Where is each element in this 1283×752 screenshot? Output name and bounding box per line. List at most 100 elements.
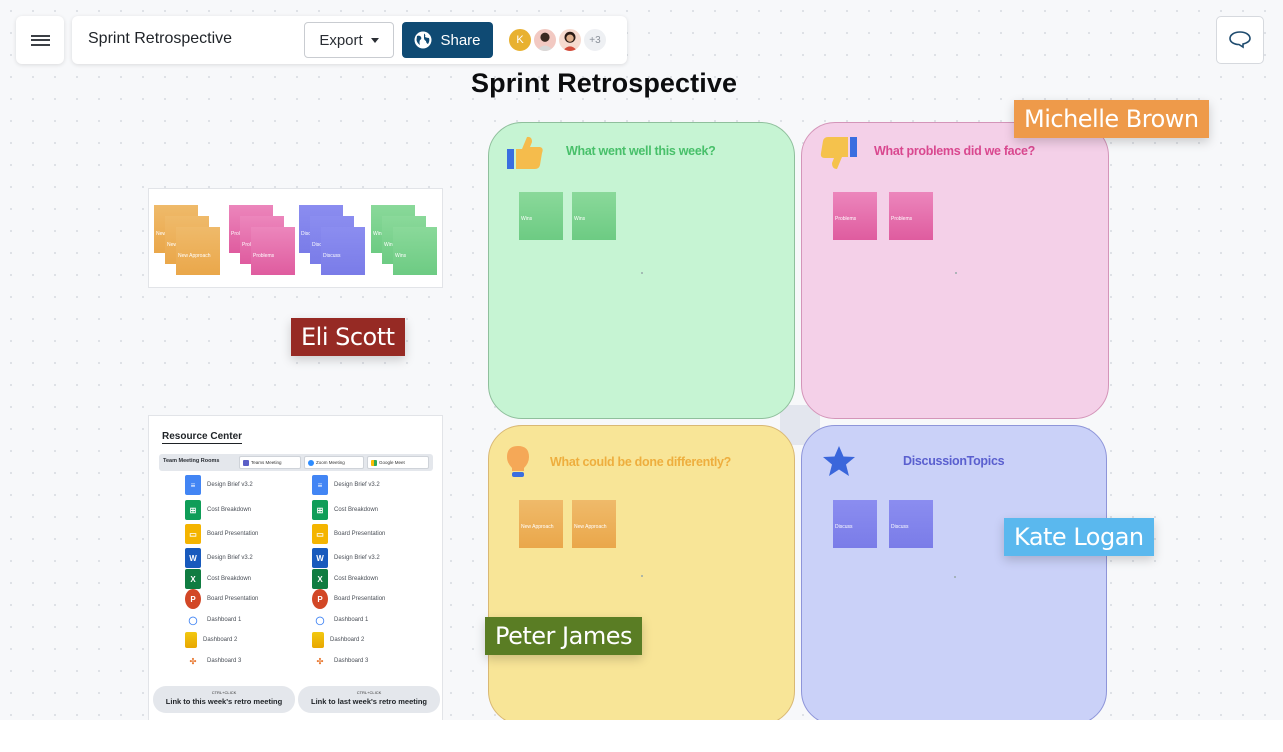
comments-button[interactable] — [1216, 16, 1264, 64]
file-link[interactable]: P Board Presentation — [185, 589, 258, 609]
anchor-dot — [955, 272, 957, 274]
sticky-note[interactable]: Wins — [393, 227, 437, 275]
file-link[interactable]: Dashboard 2 — [185, 631, 237, 649]
file-link[interactable]: ⊞ Cost Breakdown — [185, 500, 251, 520]
sticky-stack-orange[interactable]: New New New Approach — [154, 205, 222, 275]
sticky-note[interactable]: Problems — [889, 192, 933, 240]
lightbulb-icon — [507, 446, 529, 477]
file-link[interactable]: W Design Brief v3.2 — [312, 548, 380, 568]
avatar[interactable] — [532, 27, 558, 53]
sticky-note[interactable]: Wins — [519, 192, 563, 240]
share-button[interactable]: Share — [402, 22, 493, 58]
sticky-note[interactable]: New Approach — [519, 500, 563, 548]
main-menu-button[interactable] — [16, 16, 64, 64]
file-name: Board Presentation — [334, 531, 386, 537]
star-icon — [823, 446, 855, 476]
file-link[interactable]: ≡ Design Brief v3.2 — [185, 475, 253, 495]
more-collaborators-badge[interactable]: +3 — [582, 27, 608, 53]
file-link[interactable]: Dashboard 2 — [312, 631, 364, 649]
zoom-meeting-button[interactable]: Zoom Meeting — [304, 456, 364, 469]
looker-icon: ◯ — [188, 615, 198, 625]
sticky-note[interactable]: Problems — [251, 227, 295, 275]
this-week-retro-link[interactable]: CTRL+CLICK Link to this week's retro mee… — [153, 686, 295, 713]
file-name: Dashboard 3 — [334, 658, 369, 664]
sticky-note[interactable]: Discuss — [833, 500, 877, 548]
excel-icon: X — [312, 569, 328, 589]
file-link[interactable]: ◯ Dashboard 1 — [185, 611, 242, 629]
file-link[interactable]: X Cost Breakdown — [185, 569, 251, 589]
file-link[interactable]: ⊞ Cost Breakdown — [312, 500, 379, 520]
cursor-label: Kate Logan — [1004, 518, 1154, 556]
quadrant-discussion[interactable]: DiscussionTopics Discuss Discuss — [801, 425, 1107, 720]
file-name: Dashboard 1 — [207, 617, 242, 623]
sticky-note[interactable]: Problems — [833, 192, 877, 240]
file-link[interactable]: X Cost Breakdown — [312, 569, 379, 589]
sticky-note[interactable]: New Approach — [572, 500, 616, 548]
whiteboard-canvas[interactable]: Sprint Retrospective Export Share K +3 S… — [0, 0, 1283, 720]
chevron-down-icon — [370, 37, 379, 43]
quadrant-title: What could be done differently? — [550, 455, 731, 469]
sticky-stack-green[interactable]: Win Win Wins — [371, 205, 439, 275]
export-label: Export — [319, 31, 363, 49]
tableau-icon: ✣ — [316, 656, 324, 666]
quadrant-title: DiscussionTopics — [903, 454, 1005, 468]
cursor-label: Eli Scott — [291, 318, 405, 356]
file-link[interactable]: ≡ Design Brief v3.2 — [312, 475, 380, 495]
quadrant-went-well[interactable]: What went well this week? Wins Wins — [488, 122, 795, 419]
link-label: Link to last week's retro meeting — [311, 697, 427, 706]
anchor-dot — [954, 576, 956, 578]
cursor-label: Michelle Brown — [1014, 100, 1209, 138]
board-title: Sprint Retrospective — [471, 68, 738, 98]
file-name: Dashboard 1 — [334, 617, 369, 623]
anchor-dot — [641, 575, 643, 577]
file-link[interactable]: ▭ Board Presentation — [185, 524, 259, 544]
avatar[interactable] — [557, 27, 583, 53]
resource-center-title: Resource Center — [162, 431, 243, 444]
file-link[interactable]: P Board Presentation — [312, 589, 385, 609]
word-icon: W — [312, 548, 328, 568]
file-name: Dashboard 2 — [203, 637, 238, 643]
file-name: Cost Breakdown — [334, 507, 379, 513]
document-title[interactable]: Sprint Retrospective — [88, 30, 232, 48]
google-slides-icon: ▭ — [312, 524, 328, 544]
file-name: Design Brief v3.2 — [334, 482, 380, 488]
sticky-note[interactable]: Wins — [572, 192, 616, 240]
google-sheets-icon: ⊞ — [312, 500, 328, 520]
file-link[interactable]: ◯ Dashboard 1 — [312, 611, 369, 629]
sticky-stack-pink[interactable]: Prol Prol Problems — [229, 205, 297, 275]
quadrant-differently[interactable]: What could be done differently? New Appr… — [488, 425, 795, 720]
powerpoint-icon: P — [312, 589, 328, 609]
ctrl-click-hint: CTRL+CLICK — [211, 690, 237, 695]
room-label: Teams Meeting — [251, 460, 282, 465]
file-name: Board Presentation — [207, 531, 259, 537]
last-week-retro-link[interactable]: CTRL+CLICK Link to last week's retro mee… — [298, 686, 440, 713]
cursor-label: Peter James — [485, 617, 642, 655]
file-link[interactable]: ✣ Dashboard 3 — [185, 652, 242, 670]
google-sheets-icon: ⊞ — [185, 500, 201, 520]
word-icon: W — [185, 548, 201, 568]
file-link[interactable]: W Design Brief v3.2 — [185, 548, 253, 568]
hamburger-menu-icon — [30, 32, 50, 48]
avatar[interactable]: K — [507, 27, 533, 53]
file-link[interactable]: ✣ Dashboard 3 — [312, 652, 369, 670]
sticky-note[interactable]: Discuss — [321, 227, 365, 275]
resource-center: Resource Center Team Meeting Rooms Teams… — [148, 415, 443, 720]
export-button[interactable]: Export — [304, 22, 394, 58]
share-label: Share — [440, 31, 481, 49]
file-name: Cost Breakdown — [334, 576, 379, 582]
quadrant-problems[interactable]: What problems did we face? Problems Prob… — [801, 122, 1109, 419]
sticky-note[interactable]: Discuss — [889, 500, 933, 548]
google-meet-button[interactable]: Google Meet — [367, 456, 429, 469]
zoom-icon — [308, 459, 314, 466]
teams-meeting-button[interactable]: Teams Meeting — [239, 456, 301, 469]
room-label: Zoom Meeting — [316, 460, 345, 465]
rooms-label: Team Meeting Rooms — [163, 458, 220, 464]
collaborator-avatars[interactable]: K +3 — [507, 27, 608, 53]
google-docs-icon: ≡ — [185, 475, 201, 495]
sticky-note[interactable]: New Approach — [176, 227, 220, 275]
avatar-initial: K — [516, 34, 524, 46]
file-link[interactable]: ▭ Board Presentation — [312, 524, 386, 544]
file-name: Design Brief v3.2 — [207, 482, 253, 488]
sticky-stack-purple[interactable]: Disc Disc Discuss — [299, 205, 367, 275]
person-photo-icon — [562, 31, 578, 51]
